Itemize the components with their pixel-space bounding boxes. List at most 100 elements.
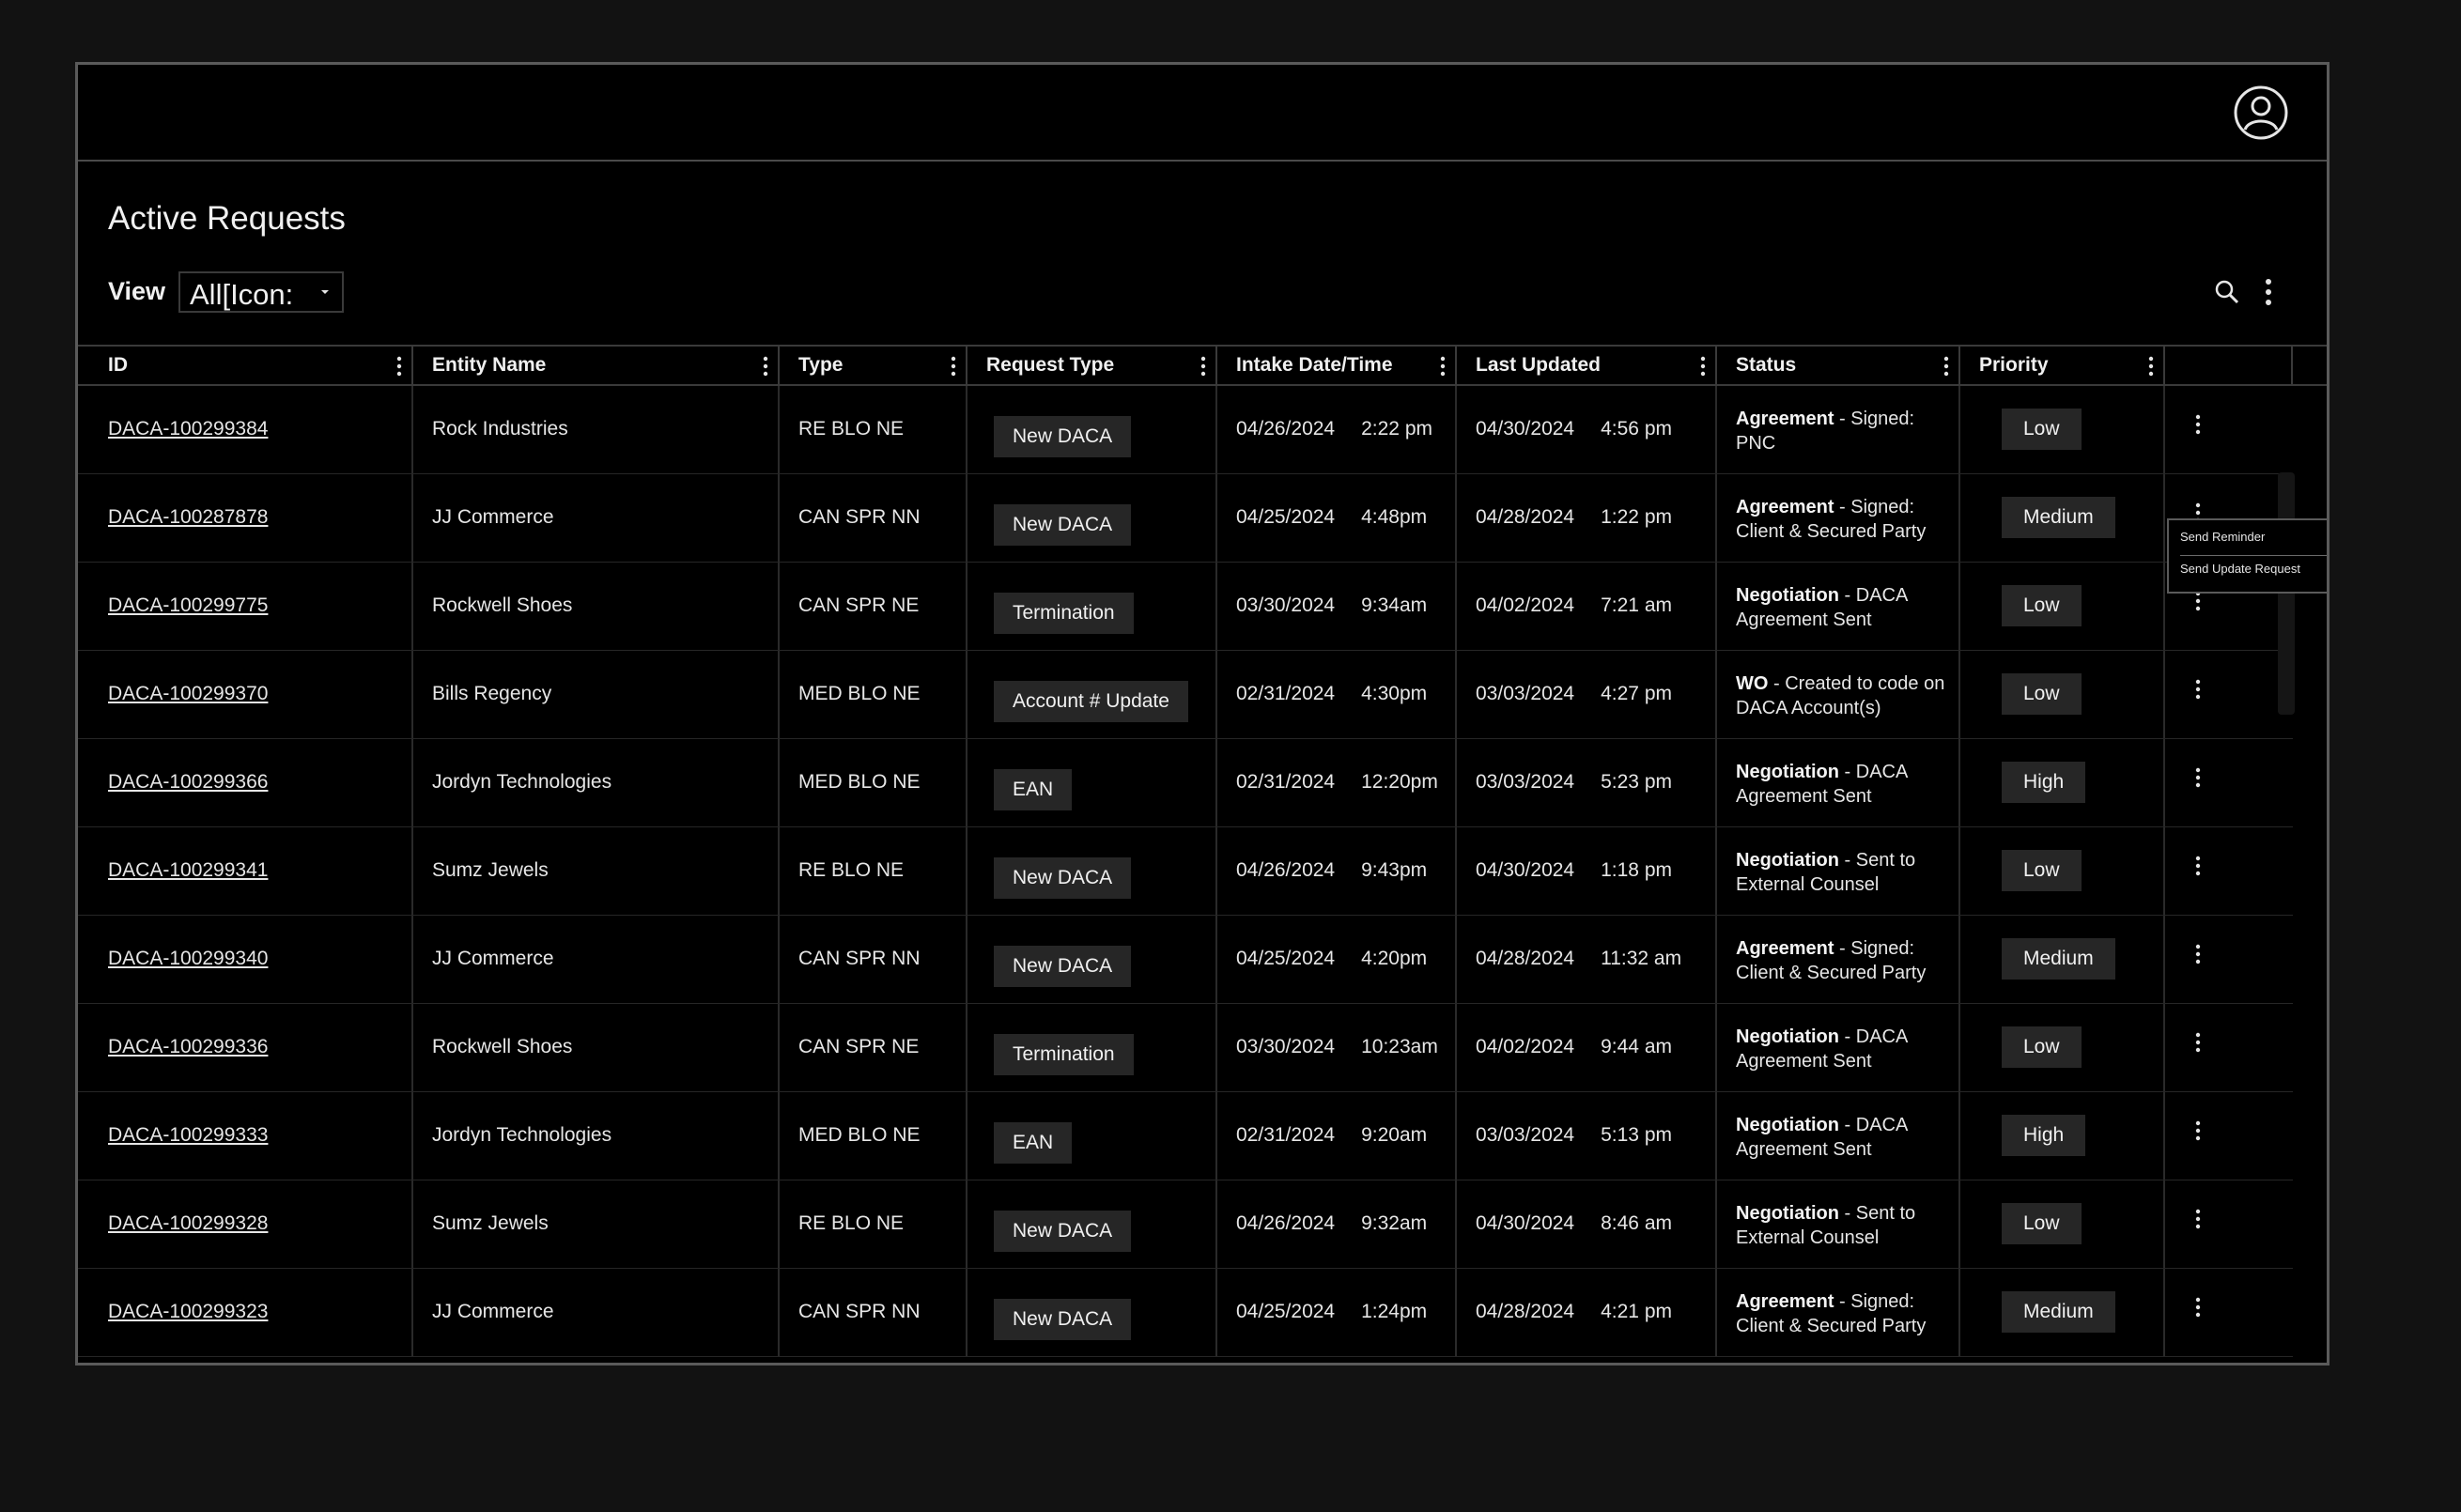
entity-name: Sumz Jewels bbox=[432, 859, 549, 881]
table-cell: MED BLO NE bbox=[780, 739, 967, 826]
priority-badge: Low bbox=[2002, 1203, 2082, 1244]
intake-date: 02/31/2024 bbox=[1236, 683, 1336, 704]
column-header[interactable]: Intake Date/Time bbox=[1217, 347, 1457, 384]
intake-time: 9:32am bbox=[1361, 1212, 1428, 1234]
table-cell bbox=[2165, 386, 2293, 473]
request-id-link[interactable]: DACA-100299340 bbox=[108, 948, 268, 970]
priority-badge: High bbox=[2002, 1115, 2086, 1156]
table-header: ID Entity Name Type Request Type Intake Date… bbox=[78, 345, 2327, 386]
column-menu-icon[interactable] bbox=[396, 356, 402, 377]
priority-badge: Medium bbox=[2002, 938, 2115, 980]
table-cell: DACA-100299333 bbox=[78, 1092, 413, 1180]
request-type-code: RE BLO NE bbox=[798, 1212, 905, 1234]
table-cell: Agreement - Signed: Client & Secured Par… bbox=[1717, 916, 1960, 1003]
request-id-link[interactable]: DACA-100299366 bbox=[108, 771, 268, 794]
scrollbar[interactable] bbox=[2278, 472, 2295, 715]
row-actions-icon[interactable] bbox=[2195, 1120, 2201, 1141]
status-stage: Negotiation bbox=[1736, 1026, 1839, 1047]
request-id-link[interactable]: DACA-100299384 bbox=[108, 418, 268, 440]
row-actions-icon[interactable] bbox=[2195, 1209, 2201, 1229]
column-header[interactable]: Type bbox=[780, 347, 967, 384]
updated-time: 4:56 pm bbox=[1601, 418, 1672, 440]
column-menu-icon[interactable] bbox=[1200, 356, 1206, 377]
priority-badge: Low bbox=[2002, 850, 2082, 891]
table-cell: Agreement - Signed: Client & Secured Par… bbox=[1717, 1269, 1960, 1356]
status-stage: WO bbox=[1736, 673, 1769, 694]
entity-name: Rockwell Shoes bbox=[432, 594, 573, 616]
updated-time: 1:22 pm bbox=[1601, 506, 1672, 528]
search-icon[interactable] bbox=[2214, 279, 2240, 305]
request-id-link[interactable]: DACA-100299370 bbox=[108, 683, 268, 705]
status-text: Negotiation - DACA Agreement Sent bbox=[1736, 760, 1952, 809]
column-menu-icon[interactable] bbox=[763, 356, 768, 377]
table-cell: 04/30/2024 1:18 pm bbox=[1457, 827, 1717, 915]
top-bar bbox=[78, 65, 2327, 162]
intake-datetime: 04/26/2024 9:32am bbox=[1236, 1212, 1427, 1235]
column-menu-icon[interactable] bbox=[1700, 356, 1706, 377]
status-text: Agreement - Signed: Client & Secured Par… bbox=[1736, 495, 1952, 544]
column-header[interactable]: Priority bbox=[1960, 347, 2165, 384]
menu-item-send-update-request[interactable]: Send Update Request bbox=[2180, 562, 2300, 576]
table-cell bbox=[2165, 1092, 2293, 1180]
column-header[interactable]: Last Updated bbox=[1457, 347, 1717, 384]
row-actions-icon[interactable] bbox=[2195, 944, 2201, 964]
row-actions-icon[interactable] bbox=[2195, 1032, 2201, 1053]
table-cell: MED BLO NE bbox=[780, 651, 967, 738]
column-header-label: ID bbox=[108, 354, 128, 376]
view-select[interactable]: All[Icon: bbox=[178, 271, 344, 313]
updated-time: 8:46 am bbox=[1601, 1212, 1672, 1234]
updated-date: 03/03/2024 bbox=[1476, 771, 1575, 793]
intake-time: 9:20am bbox=[1361, 1124, 1428, 1146]
updated-time: 11:32 am bbox=[1601, 948, 1682, 969]
request-id-link[interactable]: DACA-100299341 bbox=[108, 859, 268, 882]
status-stage: Agreement bbox=[1736, 938, 1834, 959]
request-type-chip: New DACA bbox=[994, 946, 1132, 987]
user-avatar-icon[interactable] bbox=[2233, 85, 2289, 141]
column-header-actions bbox=[2165, 347, 2293, 384]
priority-badge: Medium bbox=[2002, 497, 2115, 538]
column-header[interactable]: Status bbox=[1717, 347, 1960, 384]
column-menu-icon[interactable] bbox=[1943, 356, 1949, 377]
row-actions-icon[interactable] bbox=[2195, 767, 2201, 788]
request-id-link[interactable]: DACA-100299336 bbox=[108, 1036, 268, 1058]
table-cell: Medium bbox=[1960, 474, 2165, 562]
intake-date: 03/30/2024 bbox=[1236, 1036, 1336, 1057]
table-cell: 04/26/2024 2:22 pm bbox=[1217, 386, 1457, 473]
column-menu-icon[interactable] bbox=[951, 356, 956, 377]
table-cell: 04/28/2024 4:21 pm bbox=[1457, 1269, 1717, 1356]
column-menu-icon[interactable] bbox=[1440, 356, 1446, 377]
request-id-link[interactable]: DACA-100299333 bbox=[108, 1124, 268, 1147]
row-actions-icon[interactable] bbox=[2195, 679, 2201, 700]
table-cell: Jordyn Technologies bbox=[413, 1092, 780, 1180]
column-menu-icon[interactable] bbox=[2148, 356, 2154, 377]
table-cell: High bbox=[1960, 739, 2165, 826]
table-cell: 03/03/2024 5:23 pm bbox=[1457, 739, 1717, 826]
row-actions-icon[interactable] bbox=[2195, 1297, 2201, 1318]
table-cell: New DACA bbox=[967, 386, 1217, 473]
table-cell: Negotiation - DACA Agreement Sent bbox=[1717, 563, 1960, 650]
status-stage: Agreement bbox=[1736, 1291, 1834, 1312]
row-actions-icon[interactable] bbox=[2195, 856, 2201, 876]
request-id-link[interactable]: DACA-100299323 bbox=[108, 1301, 268, 1323]
row-actions-icon[interactable] bbox=[2195, 591, 2201, 611]
request-id-link[interactable]: DACA-100299328 bbox=[108, 1212, 268, 1235]
request-type-code: MED BLO NE bbox=[798, 683, 921, 704]
updated-date: 04/02/2024 bbox=[1476, 1036, 1575, 1057]
column-header[interactable]: ID bbox=[78, 347, 413, 384]
request-id-link[interactable]: DACA-100287878 bbox=[108, 506, 268, 529]
updated-time: 9:44 am bbox=[1601, 1036, 1672, 1057]
table-cell: Agreement - Signed: Client & Secured Par… bbox=[1717, 474, 1960, 562]
intake-time: 10:23am bbox=[1361, 1036, 1438, 1057]
vertical-dots-icon[interactable] bbox=[2263, 277, 2274, 307]
column-header[interactable]: Entity Name bbox=[413, 347, 780, 384]
last-updated-datetime: 03/03/2024 5:13 pm bbox=[1476, 1124, 1672, 1147]
request-id-link[interactable]: DACA-100299775 bbox=[108, 594, 268, 617]
menu-item-send-reminder[interactable]: Send Reminder bbox=[2180, 530, 2265, 544]
row-actions-icon[interactable] bbox=[2195, 414, 2201, 435]
priority-badge: Low bbox=[2002, 409, 2082, 450]
updated-date: 04/28/2024 bbox=[1476, 506, 1575, 528]
table-cell: EAN bbox=[967, 1092, 1217, 1180]
table-cell: Sumz Jewels bbox=[413, 1180, 780, 1268]
column-header[interactable]: Request Type bbox=[967, 347, 1217, 384]
table-cell: 04/02/2024 9:44 am bbox=[1457, 1004, 1717, 1091]
